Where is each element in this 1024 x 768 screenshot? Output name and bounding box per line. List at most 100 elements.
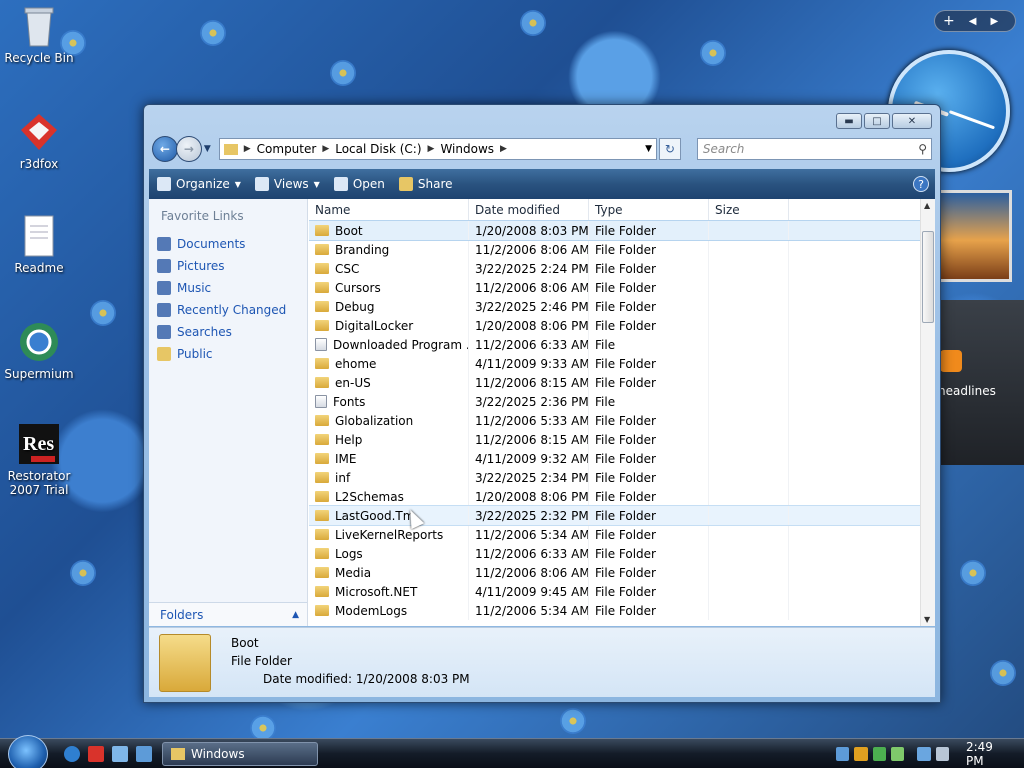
file-row[interactable]: Help 11/2/2006 8:15 AM File Folder bbox=[309, 430, 920, 449]
folders-toggle[interactable]: Folders ▲ bbox=[149, 602, 307, 626]
address-bar[interactable]: ▶ Computer ▶ Local Disk (C:) ▶ Windows ▶… bbox=[218, 138, 657, 160]
file-row[interactable]: Branding 11/2/2006 8:06 AM File Folder bbox=[309, 240, 920, 259]
favorite-link-recently-changed[interactable]: Recently Changed bbox=[157, 299, 286, 321]
explorer-window[interactable]: ▬ □ ✕ ← → ▼ ▶ Computer ▶ Local Disk (C:)… bbox=[143, 104, 941, 703]
breadcrumb-separator-icon[interactable]: ▶ bbox=[244, 144, 251, 154]
details-date-modified: Date modified: 1/20/2008 8:03 PM bbox=[263, 672, 470, 686]
check-tray-icon[interactable] bbox=[890, 747, 905, 761]
sync-tray-icon[interactable] bbox=[872, 747, 886, 761]
file-row[interactable]: ModemLogs 11/2/2006 5:34 AM File Folder bbox=[309, 601, 920, 620]
desktop-icon-supermium[interactable]: Supermium bbox=[0, 320, 78, 381]
file-row[interactable]: DigitalLocker 1/20/2008 8:06 PM File Folde… bbox=[309, 316, 920, 335]
wallpaper-flower bbox=[960, 560, 986, 586]
column-header-name[interactable]: Name bbox=[309, 199, 469, 220]
breadcrumb-separator-icon[interactable]: ▶ bbox=[322, 144, 329, 154]
r3dfox-quicklaunch-icon[interactable] bbox=[88, 746, 104, 762]
switch-windows-icon[interactable] bbox=[136, 746, 152, 762]
file-row[interactable]: IME 4/11/2009 9:32 AM File Folder bbox=[309, 449, 920, 468]
file-row[interactable]: Fonts 3/22/2025 2:36 PM File bbox=[309, 392, 920, 411]
folder-icon bbox=[315, 472, 329, 483]
file-row[interactable]: L2Schemas 1/20/2008 8:06 PM File Folder bbox=[309, 487, 920, 506]
file-size-cell bbox=[709, 563, 789, 582]
sidebar-controls[interactable]: + ◀ ▶ bbox=[934, 10, 1016, 32]
file-row[interactable]: Debug 3/22/2025 2:46 PM File Folder bbox=[309, 297, 920, 316]
breadcrumb-windows[interactable]: Windows bbox=[434, 142, 500, 156]
file-row[interactable]: Downloaded Program ... 11/2/2006 6:33 AM F… bbox=[309, 335, 920, 354]
desktop-icon-restorator[interactable]: Res Restorator 2007 Trial bbox=[0, 422, 78, 497]
wallpaper-flower bbox=[200, 20, 226, 46]
chevron-right-icon[interactable]: ▶ bbox=[990, 16, 998, 27]
desktop-icon-readme[interactable]: Readme bbox=[0, 214, 78, 275]
scroll-down-icon[interactable]: ▼ bbox=[924, 615, 930, 624]
vertical-scrollbar[interactable]: ▲ ▼ bbox=[920, 199, 935, 626]
breadcrumb-local-disk[interactable]: Local Disk (C:) bbox=[329, 142, 427, 156]
ie-quicklaunch-icon[interactable] bbox=[64, 746, 80, 762]
public-folder-icon bbox=[157, 347, 171, 361]
desktop-icon-recycle-bin[interactable]: Recycle Bin bbox=[0, 4, 78, 65]
volume-muted-icon[interactable] bbox=[935, 747, 949, 761]
breadcrumb-separator-icon[interactable]: ▶ bbox=[500, 144, 507, 154]
search-box[interactable]: Search ⚲ bbox=[696, 138, 933, 160]
add-gadget-icon[interactable]: + bbox=[943, 13, 955, 29]
file-size-cell bbox=[709, 373, 789, 392]
open-button[interactable]: Open bbox=[333, 177, 385, 191]
forward-button[interactable]: → bbox=[175, 136, 202, 162]
file-row[interactable]: CSC 3/22/2025 2:24 PM File Folder bbox=[309, 259, 920, 278]
folders-label: Folders bbox=[160, 607, 204, 622]
favorite-link-documents[interactable]: Documents bbox=[157, 233, 286, 255]
favorite-link-searches[interactable]: Searches bbox=[157, 321, 286, 343]
desktop-icon-r3dfox[interactable]: r3dfox bbox=[0, 110, 78, 171]
security-shield-icon[interactable] bbox=[854, 747, 868, 761]
file-row[interactable]: Logs 11/2/2006 6:33 AM File Folder bbox=[309, 544, 920, 563]
file-row[interactable]: inf 3/22/2025 2:34 PM File Folder bbox=[309, 468, 920, 487]
file-row[interactable]: ehome 4/11/2009 9:33 AM File Folder bbox=[309, 354, 920, 373]
column-header-size[interactable]: Size bbox=[709, 199, 789, 220]
favorite-link-public[interactable]: Public bbox=[157, 343, 286, 365]
favorite-links-title: Favorite Links bbox=[161, 209, 244, 223]
file-row[interactable]: LastGood.Tm 3/22/2025 2:32 PM File Folder bbox=[309, 505, 920, 526]
chevron-left-icon[interactable]: ◀ bbox=[969, 16, 977, 27]
file-row[interactable]: Boot 1/20/2008 8:03 PM File Folder bbox=[309, 220, 920, 241]
help-button[interactable]: ? bbox=[913, 176, 929, 192]
taskbar-clock[interactable]: 2:49 PM bbox=[966, 740, 1012, 768]
breadcrumb-separator-icon[interactable]: ▶ bbox=[428, 144, 435, 154]
open-icon bbox=[333, 177, 348, 191]
close-button[interactable]: ✕ bbox=[892, 113, 932, 129]
file-name-cell: Fonts bbox=[309, 392, 469, 411]
file-row[interactable]: en-US 11/2/2006 8:15 AM File Folder bbox=[309, 373, 920, 392]
slideshow-gadget[interactable] bbox=[936, 190, 1012, 282]
show-desktop-icon[interactable] bbox=[112, 746, 128, 762]
organize-button[interactable]: Organize ▼ bbox=[157, 177, 241, 191]
file-row[interactable]: Globalization 11/2/2006 5:33 AM File Folde… bbox=[309, 411, 920, 430]
start-button[interactable] bbox=[8, 735, 48, 768]
views-button[interactable]: Views ▼ bbox=[254, 177, 320, 191]
recent-pages-chevron-icon[interactable]: ▼ bbox=[204, 144, 211, 154]
scroll-up-icon[interactable]: ▲ bbox=[924, 201, 930, 210]
minimize-button[interactable]: ▬ bbox=[836, 113, 862, 129]
favorite-link-pictures[interactable]: Pictures bbox=[157, 255, 286, 277]
back-button[interactable]: ← bbox=[152, 136, 178, 162]
file-row[interactable]: Media 11/2/2006 8:06 AM File Folder bbox=[309, 563, 920, 582]
share-button[interactable]: Share bbox=[398, 177, 453, 191]
address-dropdown-icon[interactable]: ▼ bbox=[645, 144, 652, 154]
network-connection-icon[interactable] bbox=[917, 747, 931, 761]
file-name-cell: Globalization bbox=[309, 411, 469, 430]
file-type-cell: File Folder bbox=[589, 582, 709, 601]
file-date-cell: 11/2/2006 8:06 AM bbox=[469, 278, 589, 297]
refresh-button[interactable]: ↻ bbox=[659, 138, 681, 160]
maximize-button[interactable]: □ bbox=[864, 113, 890, 129]
favorite-link-music[interactable]: Music bbox=[157, 277, 286, 299]
scrollbar-thumb[interactable] bbox=[922, 231, 934, 323]
column-header-type[interactable]: Type bbox=[589, 199, 709, 220]
file-row[interactable]: LiveKernelReports 11/2/2006 5:34 AM File F… bbox=[309, 525, 920, 544]
breadcrumb-computer[interactable]: Computer bbox=[251, 142, 323, 156]
search-icon[interactable]: ⚲ bbox=[918, 142, 927, 156]
search-placeholder: Search bbox=[702, 142, 745, 156]
taskbar-item-windows[interactable]: Windows bbox=[162, 742, 318, 766]
file-row[interactable]: Cursors 11/2/2006 8:06 AM File Folder bbox=[309, 278, 920, 297]
column-header-date-modified[interactable]: Date modified bbox=[469, 199, 589, 220]
feed-headlines-gadget[interactable]: headlines bbox=[936, 300, 1024, 465]
desktop-icon-label: Recycle Bin bbox=[4, 51, 74, 65]
file-row[interactable]: Microsoft.NET 4/11/2009 9:45 AM File Folde… bbox=[309, 582, 920, 601]
network-tray-icon[interactable] bbox=[836, 747, 850, 761]
